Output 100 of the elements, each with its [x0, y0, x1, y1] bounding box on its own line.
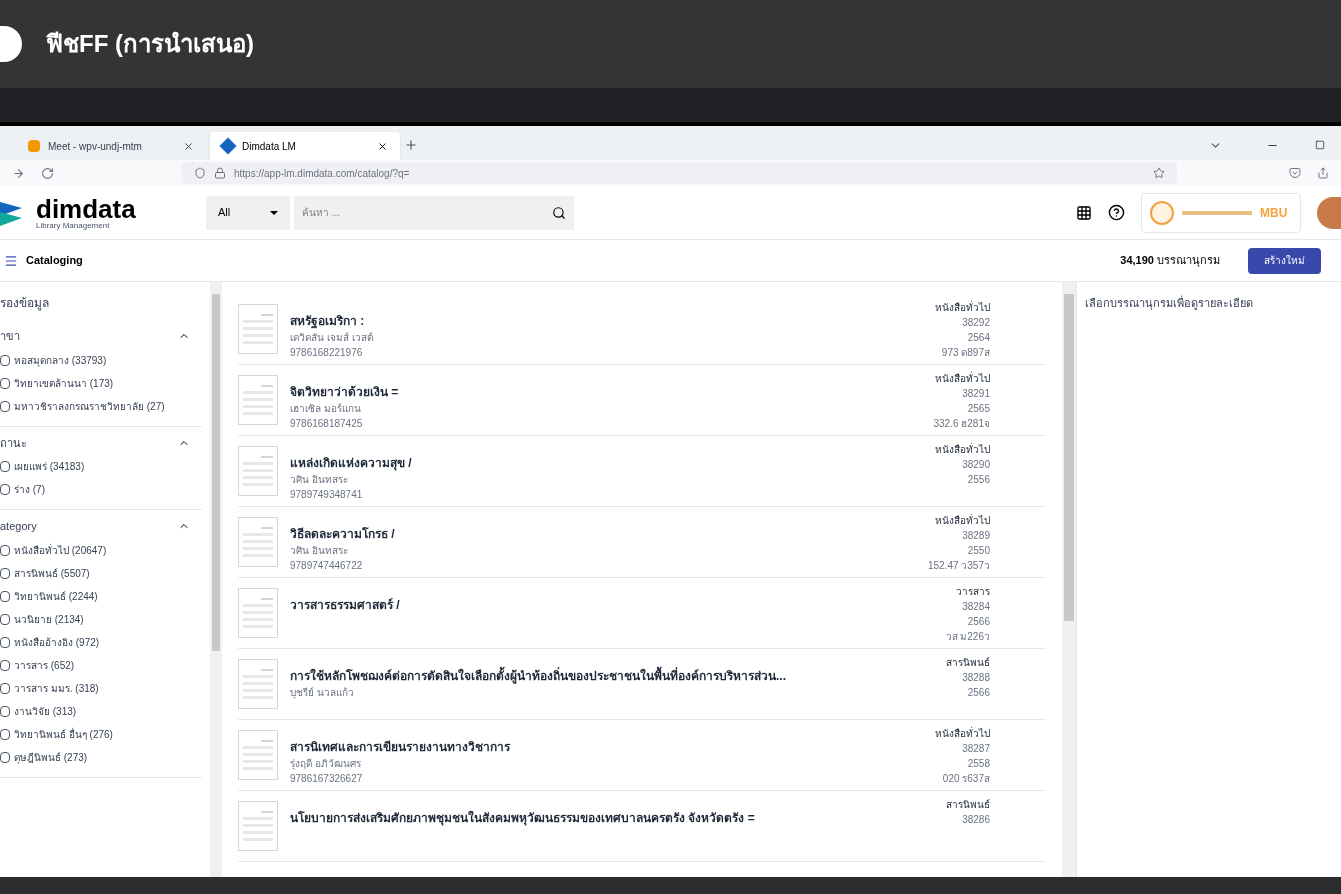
- document-thumbnail-icon: [238, 517, 278, 567]
- detail-hint: เลือกบรรณานุกรมเพื่อดูรายละเอียด: [1085, 297, 1253, 309]
- page-title: Cataloging: [26, 253, 83, 269]
- call-number: วส ม226ว: [945, 630, 990, 644]
- new-tab-icon[interactable]: [404, 138, 418, 152]
- bookmark-star-icon[interactable]: [1153, 167, 1165, 179]
- reload-icon[interactable]: [41, 166, 54, 180]
- checkbox[interactable]: [0, 682, 10, 694]
- browser-tab[interactable]: Meet - wpv-undj-mtm: [16, 132, 206, 160]
- record-id: 38289: [962, 529, 990, 543]
- record-id: 38287: [962, 742, 990, 756]
- checkbox[interactable]: [0, 751, 10, 763]
- checkbox[interactable]: [0, 567, 10, 579]
- record-year: 2556: [967, 473, 990, 487]
- record-row[interactable]: สหรัฐอเมริกา : เดวิดสัน เจมส์ เวสต์ 9786168221976 หนังสือทั่วไป 38292 2564 973 ด897ส: [238, 294, 1046, 365]
- record-title: สารนิเทศและการเขียนรายงานทางวิชาการ: [290, 739, 512, 756]
- lock-icon: [214, 167, 226, 179]
- filter-option-label: มหาวชิราลงกรณราชวิทยาลัย (27): [14, 399, 165, 414]
- record-title: สหรัฐอเมริกา :: [290, 313, 366, 330]
- record-year: 2564: [967, 331, 990, 345]
- checkbox[interactable]: [0, 590, 10, 602]
- filter-option-label: เผยแพร่ (34183): [14, 460, 85, 474]
- document-thumbnail-icon: [238, 801, 278, 851]
- call-number: 020 ร637ส: [942, 772, 990, 786]
- record-isbn: 9786167326627: [290, 772, 364, 786]
- record-year: 2566: [967, 615, 990, 629]
- record-year: 2550: [967, 544, 990, 558]
- filter-option-label: งานวิจัย (313): [14, 704, 77, 719]
- record-type: หนังสือทั่วไป: [935, 442, 990, 457]
- search-field[interactable]: ค้นหา ...: [294, 195, 574, 230]
- filter-option-label: ดุษฎีนิพนธ์ (273): [14, 750, 88, 765]
- record-id: 38286: [962, 813, 990, 827]
- url-text: https://app-lm.dimdata.com/catalog/?q=: [234, 166, 410, 181]
- record-isbn: 9786168187425: [290, 417, 364, 431]
- record-id: 38284: [962, 600, 990, 614]
- record-count: 34,190 บรรณานุกรม: [1120, 253, 1220, 269]
- logo-subtitle: Library Management: [36, 221, 111, 230]
- record-year: 2565: [967, 402, 990, 416]
- extensions-icon[interactable]: [1317, 167, 1329, 179]
- record-title: วารสารธรรมศาสตร์ /: [290, 597, 401, 614]
- help-icon[interactable]: [1108, 204, 1125, 221]
- record-row[interactable]: การใช้หลักโพชฌงค์ต่อการตัดสินใจเลือกตั้งผู้นำท้องถิ่นของประชาชนในพื้นที่องค์การบริหารส่วน... บุชรีย์ นวลแก้ว สารนิพนธ์ 38288 2566: [238, 649, 1046, 720]
- scope-dropdown[interactable]: All: [206, 195, 290, 230]
- restore-icon[interactable]: [1315, 140, 1325, 150]
- document-thumbnail-icon: [238, 588, 278, 638]
- record-row[interactable]: จิตวิทยาว่าด้วยเงิน = เฮาเซิล มอร์แกน 9786168187425 หนังสือทั่วไป 38291 2565 332.6 ฮ281จ: [238, 365, 1046, 436]
- record-year: 2566: [967, 686, 990, 700]
- scrollbar[interactable]: [210, 282, 222, 877]
- filter-option-label: วิทยานิพนธ์ อื่นๆ (276): [14, 726, 113, 742]
- checkbox[interactable]: [0, 636, 10, 648]
- apps-grid-icon[interactable]: [1076, 204, 1092, 221]
- filter-option-label: หนังสือทั่วไป (20647): [14, 542, 107, 558]
- checkbox[interactable]: [0, 461, 10, 472]
- checkbox[interactable]: [0, 659, 10, 671]
- filter-option-label: ร่าง (7): [14, 483, 45, 497]
- close-icon[interactable]: [183, 140, 194, 152]
- logo-text: dimdata: [36, 195, 136, 222]
- filter-section-title: ategory: [0, 519, 37, 534]
- record-type: หนังสือทั่วไป: [935, 726, 990, 741]
- seal-icon: [1150, 200, 1174, 225]
- pocket-icon[interactable]: [1289, 167, 1301, 179]
- record-title: จิตวิทยาว่าด้วยเงิน =: [290, 384, 400, 401]
- record-id: 38291: [962, 387, 990, 401]
- create-new-button[interactable]: สร้างใหม่: [1248, 247, 1321, 274]
- forward-icon[interactable]: [12, 166, 25, 180]
- filter-option-label: วารสาร มมร. (318): [14, 681, 99, 696]
- filter-option-label: วารสาร (652): [14, 658, 75, 673]
- record-year: 2558: [967, 757, 990, 771]
- scrollbar[interactable]: [1062, 282, 1076, 877]
- checkbox[interactable]: [0, 544, 10, 556]
- checkbox[interactable]: [0, 377, 10, 389]
- tab-favicon-icon: [28, 140, 40, 152]
- call-number: 152.47 ว357ว: [927, 559, 990, 573]
- user-avatar[interactable]: [1317, 196, 1341, 229]
- call-number: 973 ด897ส: [941, 346, 990, 360]
- org-code: MBU: [1260, 204, 1288, 222]
- record-row[interactable]: วารสารธรรมศาสตร์ / วารสาร 38284 2566 วส ม226ว: [238, 578, 1046, 649]
- checkbox[interactable]: [0, 484, 10, 495]
- record-row[interactable]: สารนิเทศและการเขียนรายงานทางวิชาการ รุ่งฤดี อภิวัฒนศร 9786167326627 หนังสือทั่วไป 38287 2558 020 ร637ส: [238, 720, 1046, 791]
- record-id: 38288: [962, 671, 990, 685]
- record-row[interactable]: วิธีลดละความโกรธ / วศิน อินทสระ 9789747446722 หนังสือทั่วไป 38289 2550 152.47 ว357ว: [238, 507, 1046, 578]
- shield-icon: [194, 167, 206, 179]
- search-icon[interactable]: [552, 205, 566, 220]
- checkbox[interactable]: [0, 400, 10, 412]
- browser-tab[interactable]: Dimdata LM: [210, 132, 400, 160]
- record-row[interactable]: นโยบายการส่งเสริมศักยภาพชุมชนในสังคมพหุวัฒนธรรมของเทศบาลนครตรัง จังหวัดตรัง = สารนิพนธ์ 38286: [238, 791, 1046, 862]
- menu-icon[interactable]: [4, 253, 18, 268]
- checkbox[interactable]: [0, 705, 10, 717]
- close-icon[interactable]: [377, 140, 388, 152]
- checkbox[interactable]: [0, 613, 10, 625]
- record-row[interactable]: แหล่งเกิดแห่งความสุข / วศิน อินทสระ 9789749348741 หนังสือทั่วไป 38290 2556: [238, 436, 1046, 507]
- address-bar[interactable]: https://app-lm.dimdata.com/catalog/?q=: [182, 162, 1177, 184]
- checkbox[interactable]: [0, 728, 10, 740]
- record-author: เดวิดสัน เจมส์ เวสต์: [290, 331, 374, 345]
- filter-section-title: ถานะ: [0, 435, 27, 451]
- record-title: นโยบายการส่งเสริมศักยภาพชุมชนในสังคมพหุวัฒนธรรมของเทศบาลนครตรัง จังหวัดตรัง =: [290, 809, 756, 827]
- checkbox[interactable]: [0, 354, 10, 366]
- record-author: วศิน อินทสระ: [290, 544, 349, 558]
- record-title: แหล่งเกิดแห่งความสุข /: [290, 455, 413, 472]
- filter-option-label: วิทยานิพนธ์ (2244): [14, 589, 98, 604]
